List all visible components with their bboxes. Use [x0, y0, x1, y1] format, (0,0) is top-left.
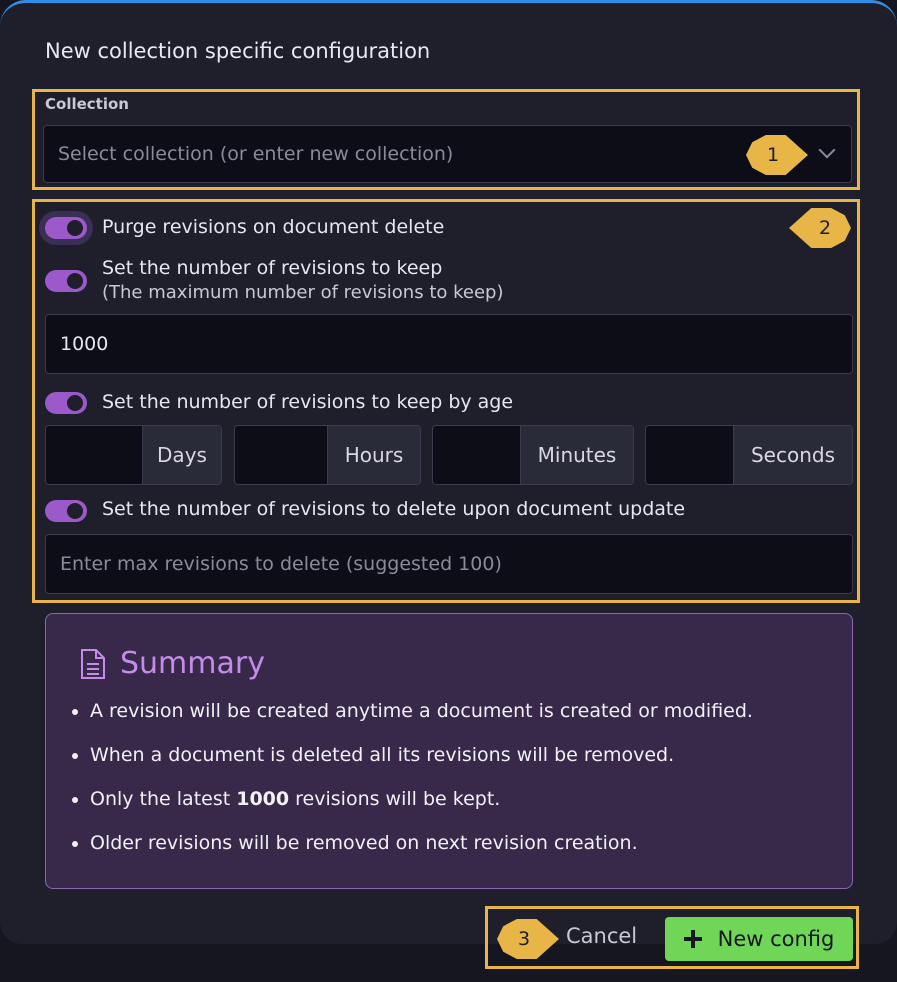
keep-count-label: Set the number of revisions to keep [102, 257, 443, 279]
minutes-group: Minutes [432, 425, 634, 485]
days-group: Days [45, 425, 222, 485]
keep-age-toggle[interactable] [45, 392, 87, 414]
purge-label: Purge revisions on document delete [102, 216, 445, 238]
summary-list: A revision will be created anytime a doc… [70, 684, 753, 860]
collection-select[interactable]: Select collection (or enter new collecti… [43, 125, 852, 183]
days-unit: Days [142, 426, 221, 484]
seconds-unit: Seconds [733, 426, 852, 484]
delete-on-update-label: Set the number of revisions to delete up… [102, 498, 686, 520]
dialog-title: New collection specific configuration [45, 39, 431, 63]
chevron-down-icon[interactable] [818, 141, 836, 159]
keep-count-toggle[interactable] [45, 270, 87, 292]
summary-title: Summary [120, 646, 265, 681]
summary-item-text: Only the latest [90, 788, 237, 810]
hours-input[interactable] [235, 426, 327, 484]
collection-placeholder: Select collection (or enter new collecti… [58, 143, 454, 165]
document-icon [81, 648, 105, 679]
summary-item-bold: 1000 [236, 788, 290, 810]
keep-age-label: Set the number of revisions to keep by a… [102, 391, 514, 413]
summary-header: Summary [80, 646, 265, 681]
minutes-input[interactable] [433, 426, 520, 484]
keep-count-input[interactable]: 1000 [45, 314, 853, 374]
keep-count-sublabel: (The maximum number of revisions to keep… [102, 282, 504, 303]
purge-toggle[interactable] [45, 217, 87, 239]
plus-icon [683, 930, 702, 948]
minutes-unit: Minutes [520, 426, 633, 484]
summary-item: When a document is deleted all its revis… [90, 728, 753, 772]
keep-count-value: 1000 [60, 333, 109, 355]
delete-on-update-placeholder: Enter max revisions to delete (suggested… [60, 553, 502, 575]
new-config-label: New config [717, 927, 835, 951]
collection-label: Collection [45, 95, 129, 113]
seconds-input[interactable] [646, 426, 733, 484]
new-config-button[interactable]: New config [665, 917, 853, 961]
summary-item: Older revisions will be removed on next … [90, 816, 753, 860]
summary-panel: Summary A revision will be created anyti… [45, 613, 853, 889]
hours-unit: Hours [327, 426, 420, 484]
summary-item: Only the latest 1000 revisions will be k… [90, 772, 753, 816]
hours-group: Hours [234, 425, 421, 485]
delete-on-update-toggle[interactable] [45, 500, 87, 522]
summary-item-text: revisions will be kept. [289, 788, 501, 810]
summary-item: A revision will be created anytime a doc… [90, 684, 753, 728]
days-input[interactable] [46, 426, 142, 484]
config-dialog: New collection specific configuration Co… [0, 0, 897, 944]
cancel-button[interactable]: Cancel [566, 924, 637, 948]
seconds-group: Seconds [645, 425, 853, 485]
delete-on-update-input[interactable]: Enter max revisions to delete (suggested… [45, 534, 853, 594]
